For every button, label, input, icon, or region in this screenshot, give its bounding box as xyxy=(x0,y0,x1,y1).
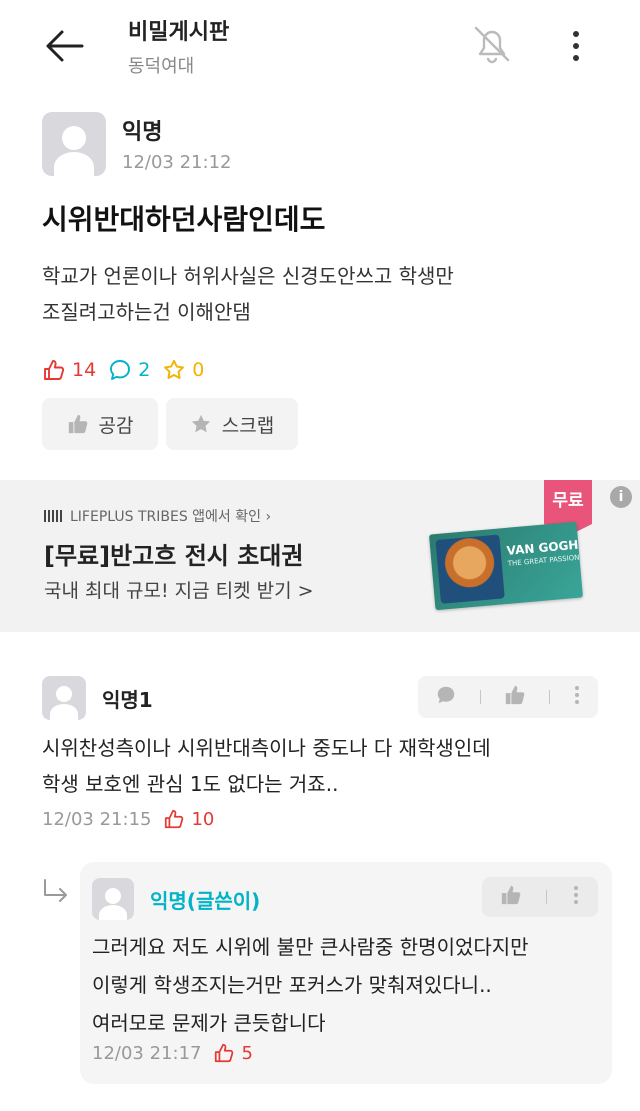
back-button[interactable] xyxy=(40,24,88,68)
comment-body-line: 시위찬성측이나 시위반대측이나 중도나 다 재학생인데 xyxy=(42,736,491,760)
star-icon xyxy=(191,414,210,433)
ad-free-badge: 무료 xyxy=(544,480,592,536)
app-header: 비밀게시판 동덕여대 xyxy=(0,0,640,96)
reply-arrow-icon xyxy=(44,879,67,902)
reply-timestamp: 12/03 21:17 xyxy=(92,1042,202,1064)
reply-actions xyxy=(482,877,598,917)
thumbs-up-icon xyxy=(68,414,87,434)
comment-actions xyxy=(418,676,598,718)
arrow-left-icon xyxy=(46,30,84,62)
comment-more-button[interactable] xyxy=(573,685,581,709)
board-subtitle: 동덕여대 xyxy=(128,56,195,77)
ad-ticket-image[interactable]: VAN GOGH THE GREAT PASSION xyxy=(428,521,584,611)
scrap-count: 0 xyxy=(162,358,204,382)
post-body-line: 조질려고하는건 이해안댐 xyxy=(42,300,251,324)
more-vertical-icon xyxy=(573,31,579,37)
comment-body-line: 학생 보호엔 관심 1도 없다는 거죠.. xyxy=(42,772,339,796)
bell-off-icon xyxy=(474,26,510,64)
ad-info-icon[interactable]: i xyxy=(610,486,632,508)
reply-body-line: 여러모로 문제가 큰듯합니다 xyxy=(92,1011,326,1035)
speech-bubble-icon xyxy=(110,360,131,380)
post-body-line: 학교가 언론이나 허위사실은 신경도안쓰고 학생만 xyxy=(42,264,454,288)
thumbs-up-icon xyxy=(165,809,184,829)
like-count: 14 xyxy=(42,358,96,382)
reply-author: 익명(글쓴이) xyxy=(150,889,261,913)
speech-bubble-icon xyxy=(438,686,455,704)
post-body: 학교가 언론이나 허위사실은 신경도안쓰고 학생만 조질려고하는건 이해안댐 xyxy=(42,258,602,330)
comment-author: 익명1 xyxy=(102,688,153,712)
ad-headline: [무료]반고흐 전시 초대권 xyxy=(44,542,304,570)
reply-button[interactable] xyxy=(435,684,457,710)
comment-author-avatar xyxy=(42,676,86,720)
board-title: 비밀게시판 xyxy=(128,20,230,45)
reply-meta: 12/03 21:17 5 xyxy=(92,1042,253,1064)
more-vertical-icon xyxy=(574,686,579,704)
comment-body: 시위찬성측이나 시위반대측이나 중도나 다 재학생인데 학생 보호엔 관심 1도… xyxy=(42,730,602,802)
like-button[interactable]: 공감 xyxy=(42,398,158,450)
thumbs-up-icon xyxy=(215,1043,234,1063)
comment-like-button[interactable] xyxy=(504,684,526,710)
more-options-button[interactable] xyxy=(560,22,592,70)
reply-like-button[interactable] xyxy=(500,884,522,910)
thumbs-up-icon xyxy=(44,360,65,380)
thumbs-up-icon xyxy=(501,885,521,905)
comment-like-count: 10 xyxy=(163,808,214,830)
reply-body: 그러게요 저도 시위에 불만 큰사람중 한명이었다지만 이렇게 학생조지는거만 … xyxy=(92,928,602,1042)
reply-more-button[interactable] xyxy=(572,885,580,909)
post-author-avatar xyxy=(42,112,106,176)
post-timestamp: 12/03 21:12 xyxy=(122,152,232,173)
divider xyxy=(546,890,548,904)
thumbs-up-icon xyxy=(505,685,525,705)
ad-source[interactable]: LIFEPLUS TRIBES 앱에서 확인 › xyxy=(44,506,271,526)
tribes-logo-icon xyxy=(44,510,62,522)
star-icon xyxy=(164,359,185,379)
reply-like-count: 5 xyxy=(213,1042,253,1064)
reply-body-line: 그러게요 저도 시위에 불만 큰사람중 한명이었다지만 xyxy=(92,935,529,959)
divider xyxy=(548,690,550,704)
notification-toggle-button[interactable] xyxy=(468,20,516,68)
ad-subline[interactable]: 국내 최대 규모! 지금 티켓 받기 > xyxy=(44,576,314,603)
van-gogh-portrait-icon xyxy=(435,534,505,604)
reply-body-line: 이렇게 학생조지는거만 포커스가 맞춰져있다니.. xyxy=(92,973,492,997)
more-vertical-icon xyxy=(573,886,578,904)
post-title: 시위반대하던사람인데도 xyxy=(42,203,326,236)
comment-timestamp: 12/03 21:15 xyxy=(42,808,152,830)
post-stats: 14 2 0 xyxy=(42,352,216,388)
divider xyxy=(480,690,482,704)
reply-author-avatar xyxy=(92,878,134,920)
comment-meta: 12/03 21:15 10 xyxy=(42,808,214,830)
post-author: 익명 xyxy=(122,120,163,145)
scrap-button[interactable]: 스크랩 xyxy=(166,398,298,450)
comment-count: 2 xyxy=(108,358,150,382)
